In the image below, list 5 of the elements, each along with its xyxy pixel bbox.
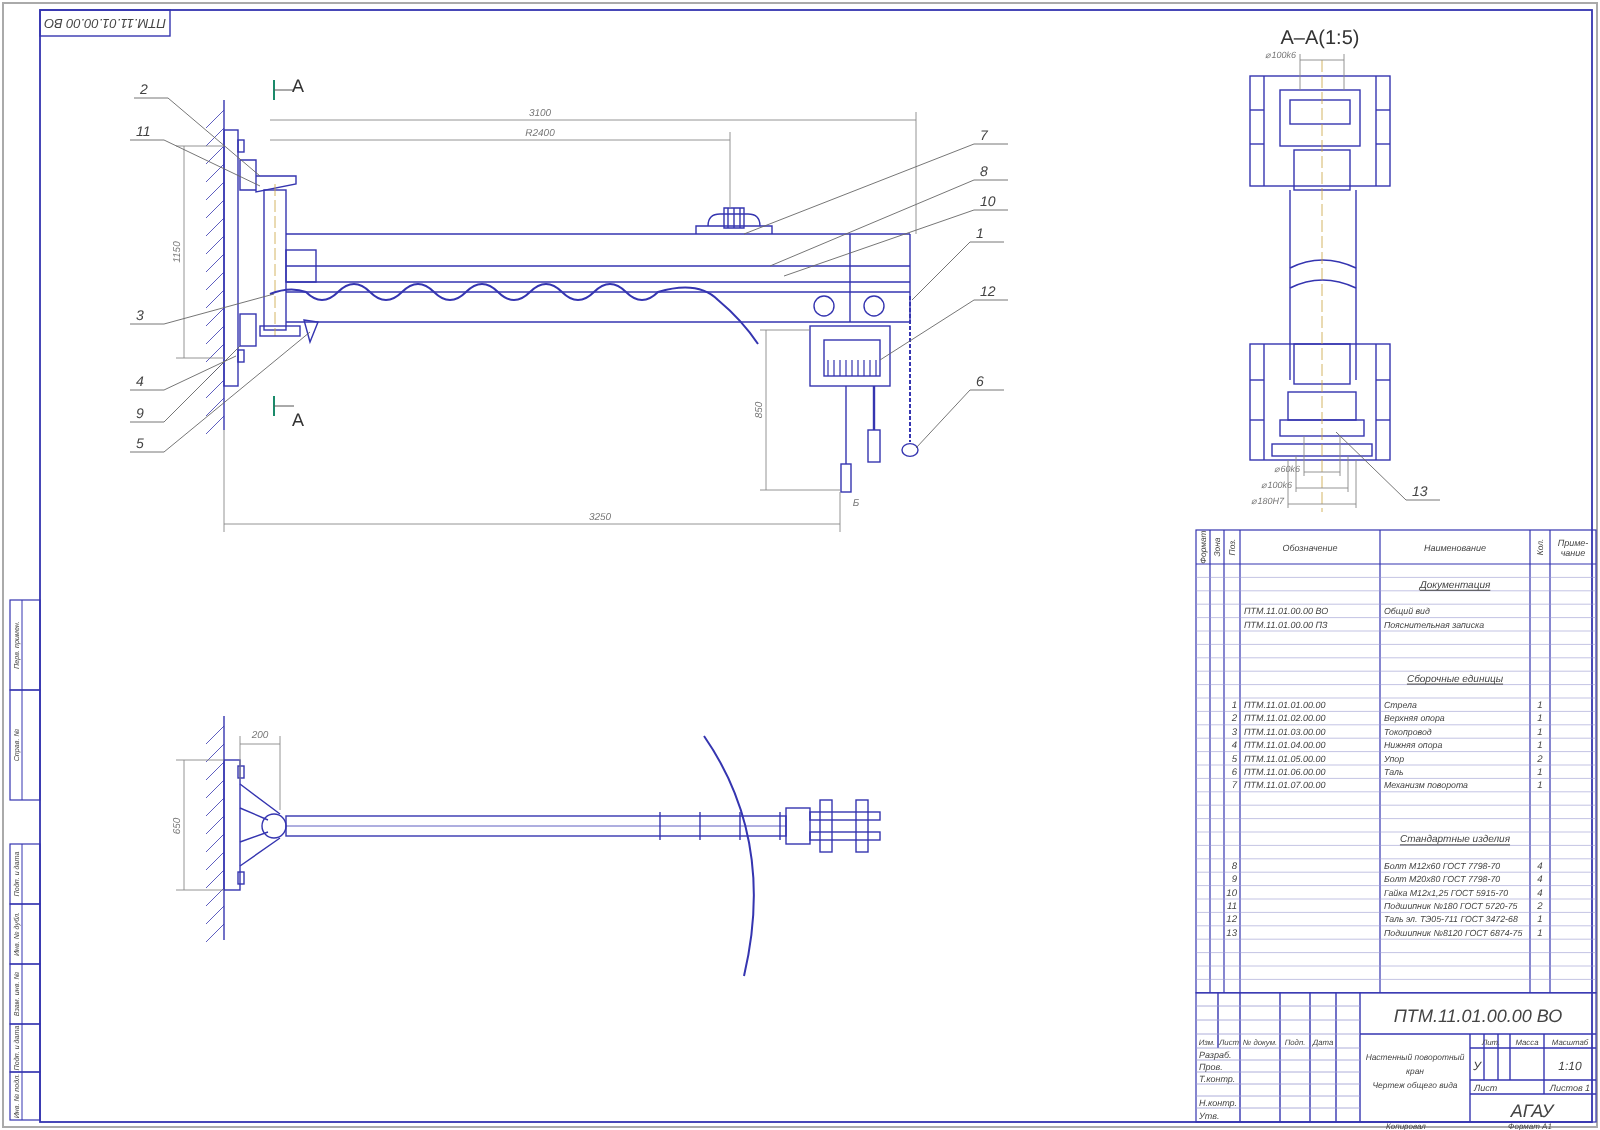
drawing-code: ПТМ.11.01.00.00 ВО: [1393, 1006, 1563, 1026]
section-title: A–A(1:5): [1280, 28, 1360, 50]
organization-name: АГАУ: [1510, 1101, 1554, 1121]
section-letter: A: [292, 76, 305, 96]
section-letter: A: [292, 410, 305, 430]
